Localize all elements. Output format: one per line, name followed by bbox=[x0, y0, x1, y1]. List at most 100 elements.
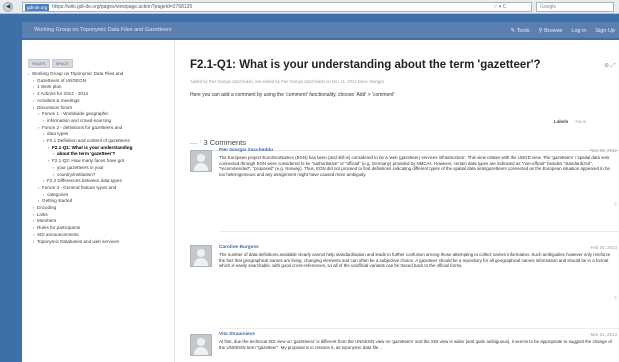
sidebar-tree-item-label: SDI announcements bbox=[37, 231, 79, 237]
comment-actions-icon[interactable]: ⊘ bbox=[614, 201, 617, 206]
sidebar-tree-item[interactable]: ▪ about the term 'gazetteer'? bbox=[28, 151, 170, 158]
sidebar-tree-item[interactable]: ▪ Forum 3 - General feature types and bbox=[28, 185, 170, 192]
sidebar-tree-item[interactable]: ▪ Links bbox=[28, 212, 170, 219]
comment-author[interactable]: Caroline Burgess bbox=[219, 245, 259, 250]
sidebar-tree-item[interactable]: ▪ F2.1-Q2: How many faces have got bbox=[28, 158, 170, 165]
sidebar-tree-item-label: Working Group on Toponymic Data Files an… bbox=[32, 71, 124, 76]
comment-item: Vita Strauiniece Mar 21, 2013 At first, … bbox=[190, 332, 619, 362]
sidebar-tree-item[interactable]: ▪ Members bbox=[28, 218, 170, 225]
comment-item: Caroline Burgess Feb 20, 2013 The number… bbox=[190, 233, 619, 300]
comment-divider bbox=[219, 328, 619, 329]
app-header: Working Group on Toponymic Data Files an… bbox=[22, 22, 619, 39]
sidebar-tree-item[interactable]: ▪ F2.2 Differences between data types bbox=[28, 178, 170, 185]
header-actions: ✎ Tools ⚲ Browse Log in Sign Up bbox=[511, 22, 615, 39]
sidebar-tree-item-label: Discussion forum bbox=[37, 104, 73, 110]
page-tree-sidebar: PAGES SPACE ▪ Working Group on Toponymic … bbox=[22, 40, 175, 362]
sidebar-tree-item-label: Getting started bbox=[42, 198, 73, 204]
comment-author[interactable]: Pier Giorgio Zaccheddu bbox=[219, 148, 273, 153]
sidebar-tree-item[interactable]: ▪ 1 Work plan bbox=[28, 84, 170, 91]
collapse-icon[interactable]: — bbox=[190, 138, 198, 147]
space-title[interactable]: Working Group on Toponymic Data Files an… bbox=[34, 27, 172, 33]
tab-pages[interactable]: PAGES bbox=[28, 59, 50, 68]
sidebar-tree-item-label: Toponymic Databases and web services bbox=[37, 238, 119, 244]
sidebar-tree-item[interactable]: ▪ Gazetteers of UNGEGN bbox=[28, 78, 170, 85]
sidebar-tree-item[interactable]: ▪ SDI announcements bbox=[28, 232, 170, 239]
labels-label: Labels bbox=[554, 119, 569, 124]
page-title: F2.1-Q1: What is your understanding abou… bbox=[190, 59, 541, 71]
sidebar-tree-item-label: Forum 2 - definitions for gazetteers and bbox=[42, 124, 123, 130]
sidebar-tree-item[interactable]: ▪ Toponymic Databases and web services bbox=[28, 239, 170, 246]
sidebar-tree-item[interactable]: ▪ Discussion forum bbox=[28, 105, 170, 112]
browse-label: Browse bbox=[544, 27, 563, 34]
sidebar-tree-item[interactable]: ▪ 2 Actions for 2012 - 2014 bbox=[28, 91, 170, 98]
sidebar-tree-item[interactable]: ▪ Forum 1 - Worldwide geographic bbox=[28, 111, 170, 118]
sidebar-tree-item[interactable]: ▪ Rules for participants bbox=[28, 225, 170, 232]
sidebar-tree-item[interactable]: ▪ Forum 2 - definitions for gazetteers an… bbox=[28, 125, 170, 132]
main-content: F2.1-Q1: What is your understanding abou… bbox=[190, 40, 619, 362]
comment-actions-icon[interactable]: ⊘ bbox=[614, 295, 617, 300]
site-identity-badge[interactable]: gdi-de.org bbox=[25, 3, 50, 11]
sidebar-tree-item-label: F2.2 Differences between data types bbox=[47, 178, 122, 184]
comments-count-label: 3 Comments bbox=[203, 138, 247, 147]
sidebar-tree-item-label: F2.1-Q1: What is your understanding bbox=[52, 144, 133, 150]
comment-date[interactable]: Nov 28, 2012 bbox=[590, 148, 617, 153]
sidebar-tree-item-label: F2.1 Definition and content of gazetteer… bbox=[47, 138, 130, 144]
sidebar-tree-item-label: Forum 1 - Worldwide geographic bbox=[42, 111, 109, 117]
signup-link[interactable]: Sign Up bbox=[595, 28, 615, 34]
sidebar-tree-item[interactable]: ▪ information and crowd-sourcing bbox=[28, 118, 170, 125]
sidebar-tree-item-label: F2.1-Q2: How many faces have got bbox=[52, 158, 125, 164]
sidebar-tree-item[interactable]: ▪ your gazetteers in your bbox=[28, 165, 170, 172]
sidebar-tree-item[interactable]: ▪ data types bbox=[28, 131, 170, 138]
tools-label: Tools bbox=[516, 27, 530, 34]
comment-date[interactable]: Feb 20, 2013 bbox=[590, 245, 617, 250]
sidebar-tree-item-label: data types bbox=[47, 131, 69, 137]
sidebar-tree-item[interactable]: ▪ F2.1-Q1: What is your understanding bbox=[28, 145, 170, 152]
user-avatar-icon[interactable] bbox=[190, 150, 212, 172]
labels-value: None bbox=[575, 119, 587, 124]
sidebar-tree-item-label: your gazetteers in your bbox=[57, 164, 104, 170]
sidebar-tree-item[interactable]: ▪ F2.1 Definition and content of gazettee… bbox=[28, 138, 170, 145]
labels-section: Labels None bbox=[554, 119, 586, 124]
sidebar-tree-item[interactable]: ▪ Getting started bbox=[28, 198, 170, 205]
sidebar-tree-item-label: Members bbox=[37, 218, 57, 224]
comment-text: The European project EuroGeoNames (EGN) … bbox=[219, 155, 610, 178]
browser-search-input[interactable]: Google bbox=[536, 2, 614, 12]
url-text: https://wiki.gdi-de.org/pages/viewpage.a… bbox=[52, 4, 193, 10]
sidebar-tree-item-label: Forum 3 - General feature types and bbox=[42, 184, 117, 190]
sidebar-tree-item[interactable]: ▪ country/institution? bbox=[28, 172, 170, 179]
browser-toolbar: ◀ gdi-de.org https://wiki.gdi-de.org/pag… bbox=[0, 0, 619, 14]
sidebar-tree-item-label: 1 Work plan bbox=[37, 84, 62, 90]
sidebar-tree-item[interactable]: ▪ Working Group on Toponymic Data Files a… bbox=[28, 71, 170, 78]
tab-space[interactable]: SPACE bbox=[51, 59, 73, 68]
page-metadata: Added by Pier Giorgio Zaccheddu, last ed… bbox=[190, 79, 384, 84]
comment-item: Pier Giorgio Zaccheddu Nov 28, 2012 The … bbox=[190, 148, 619, 206]
tools-menu[interactable]: ✎ Tools bbox=[511, 28, 530, 34]
sidebar-tree-item[interactable]: ▪ Activities & meetings bbox=[28, 98, 170, 105]
comment-date[interactable]: Mar 21, 2013 bbox=[590, 332, 617, 337]
sidebar-tree-item-label: Links bbox=[37, 211, 48, 217]
user-avatar-icon[interactable] bbox=[190, 334, 212, 356]
sidebar-tree-item[interactable]: ▪ categories bbox=[28, 192, 170, 199]
sidebar-tree-item-label: information and crowd-sourcing bbox=[47, 117, 112, 123]
sidebar-tree-item-label: categories bbox=[47, 191, 69, 197]
back-icon[interactable]: ◀ bbox=[3, 1, 13, 12]
login-link[interactable]: Log in bbox=[571, 28, 586, 34]
browse-menu[interactable]: ⚲ Browse bbox=[539, 28, 563, 34]
sidebar-tree-item-label: Activities & meetings bbox=[37, 97, 80, 103]
sidebar-tree-item-label: Encoding bbox=[37, 205, 57, 211]
comment-author[interactable]: Vita Strauiniece bbox=[219, 332, 255, 337]
sidebar-tree-item[interactable]: ▪ Encoding bbox=[28, 205, 170, 212]
page-content: PAGES SPACE ▪ Working Group on Toponymic … bbox=[22, 40, 619, 362]
sidebar-tree-item-label: 2 Actions for 2012 - 2014 bbox=[37, 91, 89, 97]
sidebar-tree-item-label: about the term 'gazetteer'? bbox=[57, 151, 116, 157]
comment-text: The number of data definitions available… bbox=[219, 252, 611, 269]
sidebar-tree-item-label: country/institution? bbox=[57, 171, 96, 177]
user-avatar-icon[interactable] bbox=[190, 245, 212, 267]
address-bar-icons[interactable]: ☆ ▾ C bbox=[493, 3, 506, 11]
page-title-icons[interactable]: ⊕ ⤢ bbox=[604, 62, 616, 70]
page-intro-text: Here you can add a comment by using the … bbox=[190, 92, 395, 98]
address-bar[interactable]: gdi-de.org https://wiki.gdi-de.org/pages… bbox=[22, 2, 532, 12]
sidebar-tree-item-label: Rules for participants bbox=[37, 225, 81, 231]
comment-divider bbox=[219, 231, 619, 232]
sidebar-tree-item-label: Gazetteers of UNGEGN bbox=[37, 77, 87, 83]
